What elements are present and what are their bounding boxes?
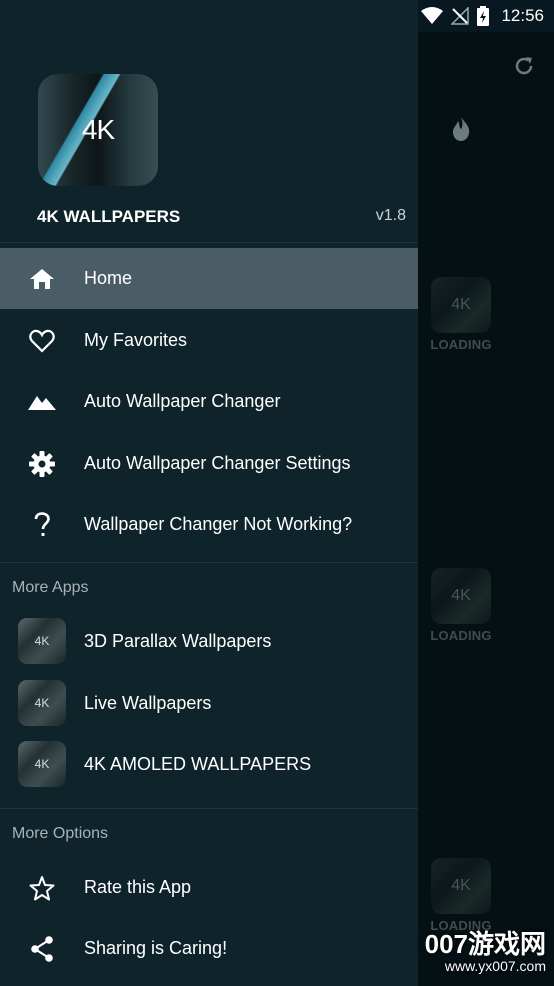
question-icon xyxy=(26,509,58,541)
wallpaper-thumbnail: 4K xyxy=(431,277,491,333)
status-time: 12:56 xyxy=(501,6,544,25)
wallpaper-thumbnail: 4K xyxy=(431,858,491,914)
menu-item-label: Wallpaper Changer Not Working? xyxy=(84,514,353,534)
app-thumbnail: 4K xyxy=(18,741,66,787)
fire-icon[interactable] xyxy=(451,116,471,142)
wallpaper-card[interactable]: 4K LOADING xyxy=(430,568,492,643)
app-logo: 4K xyxy=(38,74,158,186)
app-logo-text: 4K xyxy=(81,114,115,145)
menu-item-label: Rate this App xyxy=(84,877,192,897)
menu-item-share[interactable]: Sharing is Caring! xyxy=(0,918,418,979)
share-icon xyxy=(26,933,58,965)
more-apps-title: More Apps xyxy=(12,579,89,596)
more-apps-item-amoled-wallpapers[interactable]: 4K 4K AMOLED WALLPAPERS xyxy=(0,734,418,795)
star-icon xyxy=(26,872,58,904)
app-version: v1.8 xyxy=(375,207,406,224)
wallpaper-thumbnail: 4K xyxy=(431,568,491,624)
watermark: 007游戏网 www.yx007.com xyxy=(425,930,546,974)
app-thumbnail: 4K xyxy=(18,618,66,664)
menu-item-favorites[interactable]: My Favorites xyxy=(0,310,418,371)
no-signal-icon xyxy=(451,7,470,25)
menu-item-label: Live Wallpapers xyxy=(84,693,212,713)
loading-label: LOADING xyxy=(430,337,492,352)
background-content: 4K LOADING 4K LOADING 4K LOADING xyxy=(418,32,554,986)
more-apps-item-live-wallpapers[interactable]: 4K Live Wallpapers xyxy=(0,673,418,734)
loading-label: LOADING xyxy=(430,628,492,643)
heart-icon xyxy=(26,325,58,357)
watermark-url: www.yx007.com xyxy=(444,958,546,974)
refresh-icon[interactable] xyxy=(512,54,536,78)
more-options-title: More Options xyxy=(12,825,109,842)
menu-item-auto-wallpaper-changer[interactable]: Auto Wallpaper Changer xyxy=(0,371,418,432)
battery-icon xyxy=(477,6,490,26)
menu-item-label: My Favorites xyxy=(84,330,188,350)
watermark-text: 007游戏网 xyxy=(424,929,546,959)
menu-item-label: 4K AMOLED WALLPAPERS xyxy=(84,754,312,774)
landscape-icon xyxy=(26,386,58,418)
app-name: 4K WALLPAPERS xyxy=(37,207,181,226)
menu-item-label: 3D Parallax Wallpapers xyxy=(84,631,272,651)
menu-item-changer-not-working[interactable]: Wallpaper Changer Not Working? xyxy=(0,494,418,555)
menu-item-auto-wallpaper-settings[interactable]: Auto Wallpaper Changer Settings xyxy=(0,433,418,494)
home-icon xyxy=(26,263,58,295)
wifi-icon xyxy=(421,7,444,24)
divider xyxy=(0,808,418,809)
gear-icon xyxy=(26,448,58,480)
menu-item-rate-app[interactable]: Rate this App xyxy=(0,857,418,918)
menu-item-label: Sharing is Caring! xyxy=(84,938,228,958)
app-thumbnail: 4K xyxy=(18,680,66,726)
wallpaper-card[interactable]: 4K LOADING xyxy=(430,858,492,933)
menu-item-label: Home xyxy=(84,268,133,288)
divider xyxy=(0,562,418,563)
wallpaper-card[interactable]: 4K LOADING xyxy=(430,277,492,352)
drawer-header: 4K 4K WALLPAPERS v1.8 xyxy=(0,32,418,242)
menu-item-home[interactable]: Home xyxy=(0,248,418,309)
divider xyxy=(0,242,418,243)
navigation-drawer: 4K 4K WALLPAPERS v1.8 Home My Favorites … xyxy=(0,0,418,986)
menu-item-label: Auto Wallpaper Changer Settings xyxy=(84,453,351,473)
menu-item-label: Auto Wallpaper Changer xyxy=(84,391,281,411)
more-apps-item-3d-parallax[interactable]: 4K 3D Parallax Wallpapers xyxy=(0,611,418,672)
